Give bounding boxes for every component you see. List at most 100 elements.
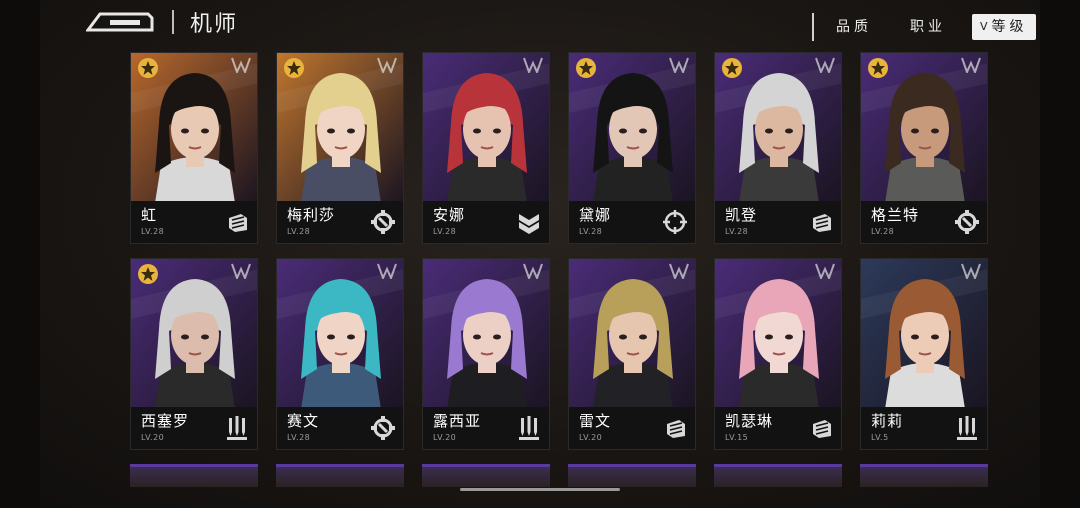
pilot-name: 露西亚 <box>433 412 482 430</box>
chevron-down-icon: V <box>980 20 988 33</box>
pilot-card[interactable]: 莉莉 LV.5 <box>860 258 988 450</box>
pilot-portrait <box>423 53 549 203</box>
pilot-card[interactable]: 安娜 LV.28 <box>422 52 550 244</box>
faction-logo-icon <box>231 263 251 279</box>
partial-card[interactable] <box>422 464 550 487</box>
pilot-level: LV.28 <box>725 227 749 236</box>
pilot-name: 梅利莎 <box>287 206 336 224</box>
pilot-info: 雷文 LV.20 <box>569 407 695 449</box>
partial-card[interactable] <box>568 464 696 487</box>
pilot-info: 凯瑟琳 LV.15 <box>715 407 841 449</box>
pilot-name: 格兰特 <box>871 206 920 224</box>
sort-bar-edge <box>812 13 814 41</box>
fist-icon <box>667 420 685 438</box>
wrench-icon <box>955 210 979 234</box>
pilot-name: 凯登 <box>725 206 758 224</box>
pilot-info: 安娜 LV.28 <box>423 201 549 243</box>
roster-screen: 机师 品质 职业 V 等级 虹 LV.28 梅利莎 LV.28 安娜 LV.28… <box>0 0 1080 508</box>
pilot-card[interactable]: 梅利莎 LV.28 <box>276 52 404 244</box>
faction-logo-icon <box>961 57 981 73</box>
pilot-info: 西塞罗 LV.20 <box>131 407 257 449</box>
pilot-level: LV.28 <box>287 227 311 236</box>
fist-icon <box>813 420 831 438</box>
chevron-icon <box>519 214 539 234</box>
faction-logo-icon <box>523 263 543 279</box>
pilot-info: 虹 LV.28 <box>131 201 257 243</box>
pilot-name: 雷文 <box>579 412 612 430</box>
pilot-name: 凯瑟琳 <box>725 412 774 430</box>
pilot-level: LV.28 <box>871 227 895 236</box>
pilot-name: 黛娜 <box>579 206 612 224</box>
pilot-card[interactable]: 露西亚 LV.20 <box>422 258 550 450</box>
rarity-star-icon <box>722 58 742 78</box>
rarity-star-icon <box>284 58 304 78</box>
pilot-card[interactable]: 黛娜 LV.28 <box>568 52 696 244</box>
wrench-icon <box>371 416 395 440</box>
missiles-icon <box>227 416 247 440</box>
edge-right <box>1040 0 1080 508</box>
pilot-portrait <box>861 259 987 409</box>
pilot-level: LV.28 <box>579 227 603 236</box>
pilot-card[interactable]: 格兰特 LV.28 <box>860 52 988 244</box>
pilot-level: LV.20 <box>433 433 457 442</box>
rarity-star-icon <box>138 58 158 78</box>
missiles-icon <box>519 416 539 440</box>
faction-logo-icon <box>815 57 835 73</box>
sort-level-label: 等级 <box>991 19 1028 35</box>
sort-quality-button[interactable]: 品质 <box>824 14 884 40</box>
pilot-level: LV.28 <box>287 433 311 442</box>
pilot-level: LV.15 <box>725 433 749 442</box>
pilot-info: 露西亚 LV.20 <box>423 407 549 449</box>
pilot-info: 梅利莎 LV.28 <box>277 201 403 243</box>
pilot-card[interactable]: 虹 LV.28 <box>130 52 258 244</box>
faction-logo-icon <box>669 263 689 279</box>
pilot-level: LV.20 <box>141 433 165 442</box>
pilot-info: 格兰特 LV.28 <box>861 201 987 243</box>
pilot-card[interactable]: 雷文 LV.20 <box>568 258 696 450</box>
pilot-card[interactable]: 凯瑟琳 LV.15 <box>714 258 842 450</box>
partial-card[interactable] <box>714 464 842 487</box>
rarity-star-icon <box>868 58 888 78</box>
pilot-portrait <box>569 259 695 409</box>
pilot-portrait <box>423 259 549 409</box>
home-indicator[interactable] <box>460 488 620 491</box>
pilot-name: 虹 <box>141 206 158 224</box>
partial-card[interactable] <box>276 464 404 487</box>
rarity-star-icon <box>576 58 596 78</box>
pilot-info: 凯登 LV.28 <box>715 201 841 243</box>
faction-logo-icon <box>231 57 251 73</box>
partial-card[interactable] <box>860 464 988 487</box>
crosshair-icon <box>663 210 687 234</box>
edge-left <box>0 0 40 508</box>
pilot-card[interactable]: 西塞罗 LV.20 <box>130 258 258 450</box>
pilot-name: 莉莉 <box>871 412 904 430</box>
pilot-level: LV.28 <box>433 227 457 236</box>
next-row-partial <box>130 464 988 487</box>
sort-bar: 品质 职业 V 等级 <box>812 12 1044 42</box>
page-title: 机师 <box>190 12 239 37</box>
partial-card[interactable] <box>130 464 258 487</box>
fist-icon <box>229 214 247 232</box>
fist-icon <box>813 214 831 232</box>
missiles-icon <box>957 416 977 440</box>
sort-class-button[interactable]: 职业 <box>898 14 958 40</box>
wrench-icon <box>371 210 395 234</box>
pilot-level: LV.5 <box>871 433 889 442</box>
back-logo-icon[interactable] <box>86 10 156 32</box>
pilot-name: 西塞罗 <box>141 412 190 430</box>
pilot-level: LV.28 <box>141 227 165 236</box>
pilot-card[interactable]: 赛文 LV.28 <box>276 258 404 450</box>
pilot-portrait <box>715 259 841 409</box>
sort-level-button[interactable]: V 等级 <box>972 14 1036 40</box>
pilot-card[interactable]: 凯登 LV.28 <box>714 52 842 244</box>
pilot-portrait <box>277 259 403 409</box>
pilot-level: LV.20 <box>579 433 603 442</box>
faction-logo-icon <box>523 57 543 73</box>
pilot-grid: 虹 LV.28 梅利莎 LV.28 安娜 LV.28 黛娜 LV.28 凯登 L… <box>130 52 988 450</box>
faction-logo-icon <box>815 263 835 279</box>
faction-logo-icon <box>669 57 689 73</box>
pilot-info: 黛娜 LV.28 <box>569 201 695 243</box>
title-separator <box>172 10 174 34</box>
faction-logo-icon <box>377 263 397 279</box>
pilot-info: 莉莉 LV.5 <box>861 407 987 449</box>
